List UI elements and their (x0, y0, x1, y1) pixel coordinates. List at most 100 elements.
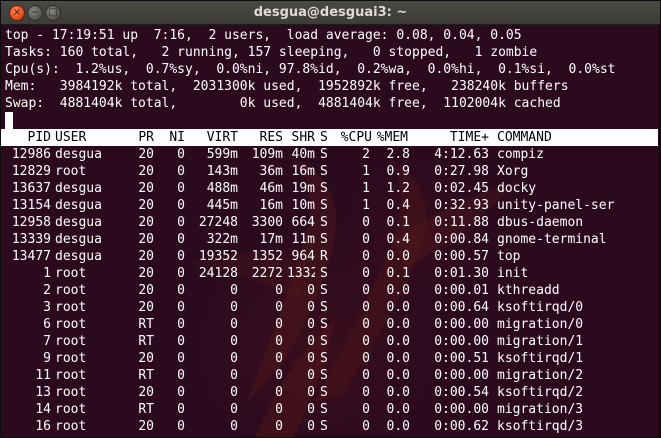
process-virtual-memory: 27248 (198, 215, 238, 230)
process-user: root (55, 334, 87, 349)
process-resident-memory: 0 (275, 334, 283, 349)
process-resident-memory: 46m (259, 181, 283, 196)
process-pid: 3 (43, 300, 51, 315)
process-nice: 0 (177, 317, 185, 332)
process-priority: 20 (138, 283, 154, 298)
process-command: Xorg (497, 164, 529, 179)
process-nice: 0 (177, 164, 185, 179)
process-resident-memory: 0 (275, 419, 283, 434)
terminal-window: × − □ desgua@desguai3: ~ top - 17:19:51 … (0, 0, 661, 438)
process-pid: 16 (35, 419, 51, 434)
process-user: root (55, 368, 87, 383)
process-cpu-time: 0:00.84 (434, 232, 489, 247)
memory-summary-line: Mem: 3984192k total, 2031300k used, 1952… (5, 79, 569, 94)
process-nice: 0 (177, 215, 185, 230)
process-row: 13154 desgua 20 0 445m 16m 10m S 1 0.4 0… (5, 197, 660, 214)
process-priority: 20 (138, 164, 154, 179)
process-memory-percent: 0.0 (386, 283, 410, 298)
process-virtual-memory: 0 (230, 419, 238, 434)
process-virtual-memory: 0 (230, 317, 238, 332)
process-shared-memory: 0 (307, 317, 315, 332)
process-shared-memory: 964 (291, 249, 315, 264)
process-shared-memory: 0 (307, 419, 315, 434)
column-time-header: TIME+ (449, 130, 489, 145)
process-pid: 13477 (11, 249, 51, 264)
process-state: S (320, 317, 328, 332)
process-shared-memory: 0 (307, 334, 315, 349)
process-nice: 0 (177, 419, 185, 434)
process-command: init (497, 266, 529, 281)
process-state: S (320, 368, 328, 383)
terminal-content[interactable]: top - 17:19:51 up 7:16, 2 users, load av… (1, 25, 660, 437)
process-row: 12986 desgua 20 0 599m 109m 40m S 2 2.8 … (5, 146, 660, 163)
process-command: migration/1 (497, 334, 584, 349)
process-priority: 20 (138, 351, 154, 366)
process-resident-memory: 109m (251, 147, 283, 162)
process-cpu-percent: 1 (362, 181, 370, 196)
process-resident-memory: 0 (275, 283, 283, 298)
column-command-header: COMMAND (497, 130, 552, 145)
process-memory-percent: 0.0 (386, 368, 410, 383)
process-priority: 20 (138, 198, 154, 213)
process-virtual-memory: 0 (230, 351, 238, 366)
process-memory-percent: 0.0 (386, 385, 410, 400)
process-shared-memory: 0 (307, 351, 315, 366)
process-state: S (320, 266, 328, 281)
column-virt-header: VIRT (206, 130, 238, 145)
process-virtual-memory: 19352 (198, 249, 238, 264)
process-cpu-time: 0:00.01 (434, 283, 489, 298)
process-cpu-percent: 0 (362, 283, 370, 298)
process-pid: 13154 (11, 198, 51, 213)
process-virtual-memory: 599m (206, 147, 238, 162)
process-memory-percent: 0.0 (386, 317, 410, 332)
process-cpu-percent: 0 (362, 351, 370, 366)
process-virtual-memory: 0 (230, 385, 238, 400)
process-priority: 20 (138, 419, 154, 434)
process-nice: 0 (177, 232, 185, 247)
process-shared-memory: 0 (307, 368, 315, 383)
process-memory-percent: 0.4 (386, 198, 410, 213)
window-titlebar[interactable]: × − □ desgua@desguai3: ~ (1, 1, 660, 25)
process-cpu-time: 0:02.45 (434, 181, 489, 196)
process-cpu-percent: 2 (362, 147, 370, 162)
process-priority: RT (138, 368, 154, 383)
process-state: S (320, 385, 328, 400)
process-virtual-memory: 143m (206, 164, 238, 179)
process-state: S (320, 232, 328, 247)
process-cpu-time: 0:00.00 (434, 317, 489, 332)
process-row: 2 root 20 0 0 0 0 S 0 0.0 0:00.01 kthrea… (5, 282, 660, 299)
process-virtual-memory: 0 (230, 402, 238, 417)
tasks-summary-line: Tasks: 160 total, 2 running, 157 sleepin… (5, 45, 538, 60)
process-cpu-time: 0:00.51 (434, 351, 489, 366)
process-priority: 20 (138, 266, 154, 281)
process-resident-memory: 17m (259, 232, 283, 247)
process-pid: 12958 (11, 215, 51, 230)
process-cpu-percent: 0 (362, 215, 370, 230)
process-memory-percent: 0.0 (386, 351, 410, 366)
column-mem-header: %MEM (376, 130, 408, 145)
process-resident-memory: 0 (275, 368, 283, 383)
process-cpu-time: 0:00.54 (434, 385, 489, 400)
column-res-header: RES (259, 130, 283, 145)
process-cpu-time: 0:00.57 (434, 249, 489, 264)
process-user: desgua (55, 181, 102, 196)
process-state: S (320, 419, 328, 434)
process-row: 13339 desgua 20 0 322m 17m 11m S 0 0.4 0… (5, 231, 660, 248)
process-memory-percent: 0.0 (386, 249, 410, 264)
process-memory-percent: 0.4 (386, 232, 410, 247)
window-title: desgua@desguai3: ~ (253, 5, 408, 20)
process-nice: 0 (177, 249, 185, 264)
process-state: S (320, 198, 328, 213)
column-shr-header: SHR (291, 130, 315, 145)
process-nice: 0 (177, 300, 185, 315)
process-nice: 0 (177, 181, 185, 196)
process-nice: 0 (177, 283, 185, 298)
process-user: desgua (55, 147, 102, 162)
process-command: top (497, 249, 521, 264)
process-command: unity-panel-ser (497, 198, 615, 213)
process-shared-memory: 16m (291, 164, 315, 179)
process-user: root (55, 266, 87, 281)
column-pid-header: PID (27, 130, 51, 145)
process-cpu-percent: 0 (362, 385, 370, 400)
process-row: 14 root RT 0 0 0 0 S 0 0.0 0:00.00 migra… (5, 401, 660, 418)
